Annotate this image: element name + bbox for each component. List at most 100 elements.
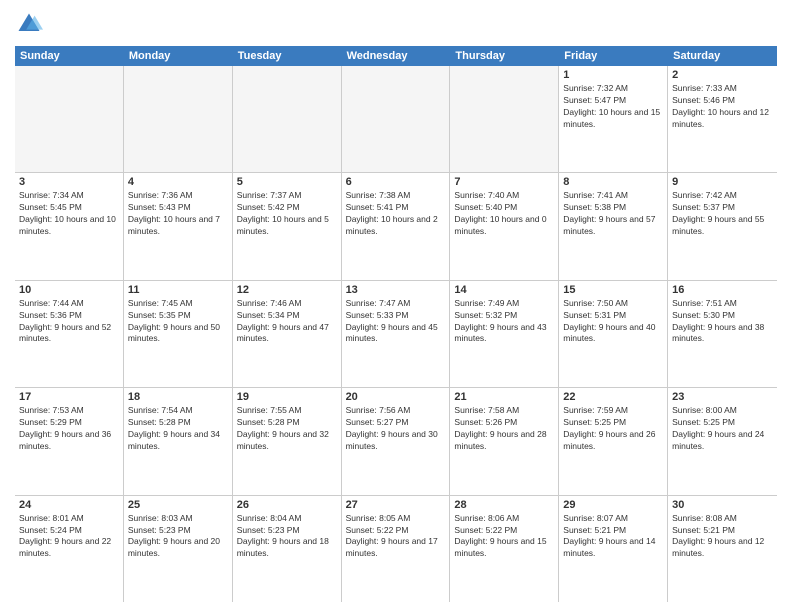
day-info: Sunrise: 8:04 AM Sunset: 5:23 PM Dayligh… [237, 513, 337, 561]
day-cell-12: 12 Sunrise: 7:46 AM Sunset: 5:34 PM Dayli… [233, 281, 342, 387]
calendar-header: SundayMondayTuesdayWednesdayThursdayFrid… [15, 46, 777, 66]
day-number: 8 [563, 176, 663, 188]
day-number: 14 [454, 284, 554, 296]
day-cell-18: 18Sunrise: 7:54 AM Sunset: 5:28 PM Dayli… [124, 388, 233, 494]
day-info: Sunrise: 7:56 AM Sunset: 5:27 PM Dayligh… [346, 405, 446, 453]
day-number: 28 [454, 499, 554, 511]
day-cell-22: 22Sunrise: 7:59 AM Sunset: 5:25 PM Dayli… [559, 388, 668, 494]
day-number: 23 [672, 391, 773, 403]
day-info: Sunrise: 7:42 AM Sunset: 5:37 PM Dayligh… [672, 190, 773, 238]
calendar-body: 1 Sunrise: 7:32 AM Sunset: 5:47 PM Daylig… [15, 66, 777, 602]
day-cell-17: 17 Sunrise: 7:53 AM Sunset: 5:29 PM Dayli… [15, 388, 124, 494]
day-number: 26 [237, 499, 337, 511]
day-cell-29: 29 Sunrise: 8:07 AM Sunset: 5:21 PM Dayli… [559, 496, 668, 602]
day-cell-25: 25 Sunrise: 8:03 AM Sunset: 5:23 PM Dayli… [124, 496, 233, 602]
day-cell-2: 2 Sunrise: 7:33 AM Sunset: 5:46 PM Daylig… [668, 66, 777, 172]
day-info: Sunrise: 7:51 AM Sunset: 5:30 PM Dayligh… [672, 298, 773, 346]
week-row-5: 24 Sunrise: 8:01 AM Sunset: 5:24 PM Dayli… [15, 496, 777, 602]
day-info: Sunrise: 7:46 AM Sunset: 5:34 PM Dayligh… [237, 298, 337, 346]
empty-cell [124, 66, 233, 172]
empty-cell [450, 66, 559, 172]
day-number: 12 [237, 284, 337, 296]
header-day-saturday: Saturday [668, 46, 777, 66]
day-info: Sunrise: 8:05 AM Sunset: 5:22 PM Dayligh… [346, 513, 446, 561]
day-cell-7: 7 Sunrise: 7:40 AM Sunset: 5:40 PM Daylig… [450, 173, 559, 279]
day-info: Sunrise: 7:33 AM Sunset: 5:46 PM Dayligh… [672, 83, 773, 131]
day-info: Sunrise: 7:53 AM Sunset: 5:29 PM Dayligh… [19, 405, 119, 453]
day-info: Sunrise: 7:50 AM Sunset: 5:31 PM Dayligh… [563, 298, 663, 346]
week-row-3: 10 Sunrise: 7:44 AM Sunset: 5:36 PM Dayli… [15, 281, 777, 388]
day-number: 7 [454, 176, 554, 188]
day-cell-8: 8 Sunrise: 7:41 AM Sunset: 5:38 PM Daylig… [559, 173, 668, 279]
day-number: 25 [128, 499, 228, 511]
day-info: Sunrise: 7:40 AM Sunset: 5:40 PM Dayligh… [454, 190, 554, 238]
day-cell-23: 23 Sunrise: 8:00 AM Sunset: 5:25 PM Dayli… [668, 388, 777, 494]
day-info: Sunrise: 8:08 AM Sunset: 5:21 PM Dayligh… [672, 513, 773, 561]
week-row-4: 17 Sunrise: 7:53 AM Sunset: 5:29 PM Dayli… [15, 388, 777, 495]
header-day-tuesday: Tuesday [233, 46, 342, 66]
day-cell-15: 15 Sunrise: 7:50 AM Sunset: 5:31 PM Dayli… [559, 281, 668, 387]
day-info: Sunrise: 8:01 AM Sunset: 5:24 PM Dayligh… [19, 513, 119, 561]
day-info: Sunrise: 7:49 AM Sunset: 5:32 PM Dayligh… [454, 298, 554, 346]
header-day-friday: Friday [559, 46, 668, 66]
day-cell-14: 14 Sunrise: 7:49 AM Sunset: 5:32 PM Dayli… [450, 281, 559, 387]
day-info: Sunrise: 7:47 AM Sunset: 5:33 PM Dayligh… [346, 298, 446, 346]
day-cell-4: 4 Sunrise: 7:36 AM Sunset: 5:43 PM Daylig… [124, 173, 233, 279]
day-info: Sunrise: 7:32 AM Sunset: 5:47 PM Dayligh… [563, 83, 663, 131]
day-cell-20: 20 Sunrise: 7:56 AM Sunset: 5:27 PM Dayli… [342, 388, 451, 494]
day-info: Sunrise: 7:45 AM Sunset: 5:35 PM Dayligh… [128, 298, 228, 346]
header [15, 10, 777, 38]
day-number: 21 [454, 391, 554, 403]
day-number: 18 [128, 391, 228, 403]
day-cell-21: 21 Sunrise: 7:58 AM Sunset: 5:26 PM Dayli… [450, 388, 559, 494]
day-number: 29 [563, 499, 663, 511]
day-number: 27 [346, 499, 446, 511]
day-number: 24 [19, 499, 119, 511]
header-day-wednesday: Wednesday [342, 46, 451, 66]
page: SundayMondayTuesdayWednesdayThursdayFrid… [0, 0, 792, 612]
day-cell-1: 1 Sunrise: 7:32 AM Sunset: 5:47 PM Daylig… [559, 66, 668, 172]
day-info: Sunrise: 7:44 AM Sunset: 5:36 PM Dayligh… [19, 298, 119, 346]
day-number: 11 [128, 284, 228, 296]
day-number: 4 [128, 176, 228, 188]
day-number: 10 [19, 284, 119, 296]
day-number: 13 [346, 284, 446, 296]
empty-cell [342, 66, 451, 172]
day-cell-5: 5 Sunrise: 7:37 AM Sunset: 5:42 PM Daylig… [233, 173, 342, 279]
day-number: 16 [672, 284, 773, 296]
logo [15, 10, 47, 38]
header-day-sunday: Sunday [15, 46, 124, 66]
day-info: Sunrise: 7:41 AM Sunset: 5:38 PM Dayligh… [563, 190, 663, 238]
day-cell-30: 30 Sunrise: 8:08 AM Sunset: 5:21 PM Dayli… [668, 496, 777, 602]
day-info: Sunrise: 7:55 AM Sunset: 5:28 PM Dayligh… [237, 405, 337, 453]
day-cell-6: 6Sunrise: 7:38 AM Sunset: 5:41 PM Daylig… [342, 173, 451, 279]
day-cell-16: 16 Sunrise: 7:51 AM Sunset: 5:30 PM Dayli… [668, 281, 777, 387]
day-info: Sunrise: 7:34 AM Sunset: 5:45 PM Dayligh… [19, 190, 119, 238]
day-cell-3: 3Sunrise: 7:34 AM Sunset: 5:45 PM Daylig… [15, 173, 124, 279]
day-number: 19 [237, 391, 337, 403]
day-number: 30 [672, 499, 773, 511]
day-cell-11: 11 Sunrise: 7:45 AM Sunset: 5:35 PM Dayli… [124, 281, 233, 387]
day-number: 20 [346, 391, 446, 403]
day-info: Sunrise: 8:03 AM Sunset: 5:23 PM Dayligh… [128, 513, 228, 561]
day-number: 2 [672, 69, 773, 81]
header-day-thursday: Thursday [450, 46, 559, 66]
day-cell-13: 13 Sunrise: 7:47 AM Sunset: 5:33 PM Dayli… [342, 281, 451, 387]
day-info: Sunrise: 8:00 AM Sunset: 5:25 PM Dayligh… [672, 405, 773, 453]
day-info: Sunrise: 7:58 AM Sunset: 5:26 PM Dayligh… [454, 405, 554, 453]
day-cell-26: 26 Sunrise: 8:04 AM Sunset: 5:23 PM Dayli… [233, 496, 342, 602]
day-info: Sunrise: 8:07 AM Sunset: 5:21 PM Dayligh… [563, 513, 663, 561]
day-number: 17 [19, 391, 119, 403]
day-cell-9: 9Sunrise: 7:42 AM Sunset: 5:37 PM Daylig… [668, 173, 777, 279]
day-number: 1 [563, 69, 663, 81]
calendar: SundayMondayTuesdayWednesdayThursdayFrid… [15, 46, 777, 602]
day-number: 6 [346, 176, 446, 188]
day-cell-10: 10 Sunrise: 7:44 AM Sunset: 5:36 PM Dayli… [15, 281, 124, 387]
day-number: 5 [237, 176, 337, 188]
day-info: Sunrise: 7:37 AM Sunset: 5:42 PM Dayligh… [237, 190, 337, 238]
day-cell-27: 27 Sunrise: 8:05 AM Sunset: 5:22 PM Dayli… [342, 496, 451, 602]
day-cell-19: 19 Sunrise: 7:55 AM Sunset: 5:28 PM Dayli… [233, 388, 342, 494]
day-number: 22 [563, 391, 663, 403]
day-info: Sunrise: 7:36 AM Sunset: 5:43 PM Dayligh… [128, 190, 228, 238]
day-number: 15 [563, 284, 663, 296]
